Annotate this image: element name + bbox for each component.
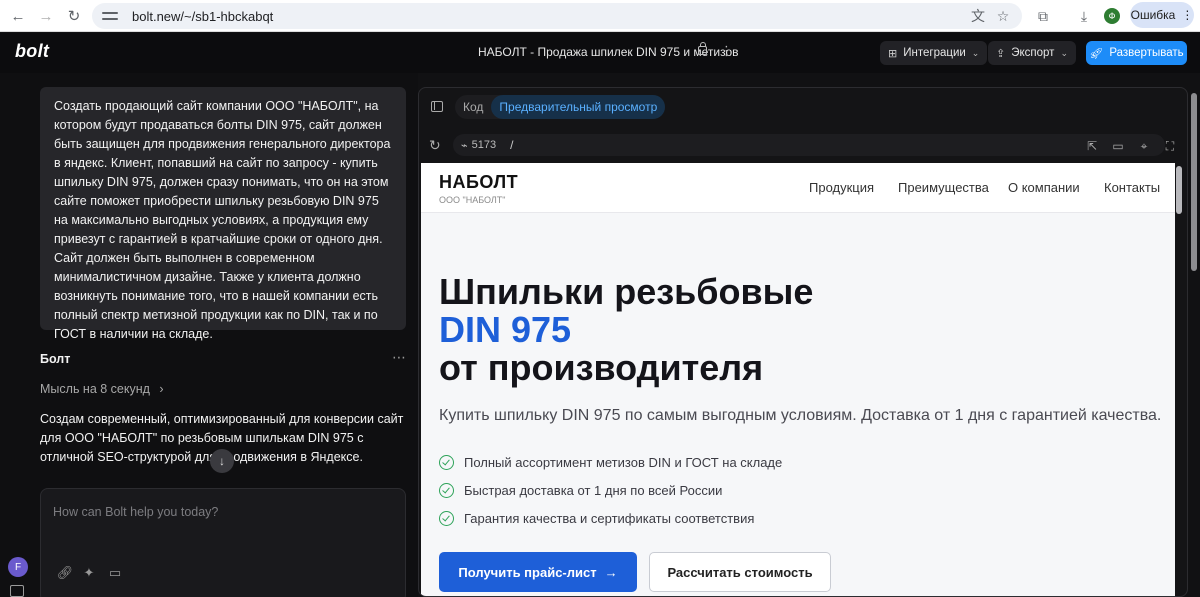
menu-kebab-icon: ⋮	[1181, 8, 1194, 22]
tab-code[interactable]: Код	[455, 95, 491, 119]
error-label: Ошибка	[1130, 8, 1176, 22]
check-circle-icon	[439, 455, 454, 470]
browser-toolbar: ← → ↻ bolt.new/~/sb1-hbckabqt 文 ☆ ⧉ ⤓ Ф …	[0, 0, 1200, 32]
feature-text: Гарантия качества и сертификаты соответс…	[464, 511, 755, 526]
chevron-down-icon: ⌄	[1060, 47, 1068, 58]
download-icon[interactable]: ⤓	[1071, 0, 1097, 32]
export-icon: ⇪	[996, 47, 1006, 60]
site-brand[interactable]: НАБОЛТ	[439, 172, 518, 193]
rocket-icon: 🚀︎	[1089, 47, 1104, 60]
bolt-logo[interactable]: bolt	[15, 41, 49, 62]
site-header: НАБОЛТ ООО "НАБОЛТ" Продукция Преимущест…	[421, 163, 1175, 213]
feature-text: Быстрая доставка от 1 дня по всей России	[464, 483, 723, 498]
enhance-sparkle-icon[interactable]: ✦	[79, 563, 99, 583]
feature-item: Гарантия качества и сертификаты соответс…	[439, 511, 754, 526]
scroll-down-icon[interactable]: ↓	[210, 449, 234, 473]
calculate-cost-button[interactable]: Рассчитать стоимость	[649, 552, 831, 592]
get-price-list-button[interactable]: Получить прайс-лист →	[439, 552, 637, 592]
device-toggle-icon[interactable]: ▭	[1109, 137, 1127, 155]
preview-panel: Код Предварительный просмотр ↻ ⌁ 5173 / …	[418, 87, 1188, 597]
attach-link-icon[interactable]: 🔗︎	[55, 563, 75, 583]
translate-icon[interactable]: 文	[965, 0, 991, 32]
nav-link-contacts[interactable]: Контакты	[1104, 180, 1160, 195]
inspect-cursor-icon[interactable]: ⌖	[1135, 137, 1153, 155]
port-number: 5173	[471, 139, 497, 151]
extensions-icon[interactable]: ⧉	[1030, 0, 1056, 32]
hero-line-3: от производителя	[439, 347, 764, 388]
page-scrollbar-thumb[interactable]	[1191, 93, 1197, 271]
address-url[interactable]: bolt.new/~/sb1-hbckabqt	[132, 9, 273, 24]
thought-label: Мысль на 8 секунд	[40, 382, 150, 396]
nav-link-products[interactable]: Продукция	[809, 180, 874, 195]
feature-item: Быстрая доставка от 1 дня по всей России	[439, 483, 722, 498]
deploy-button[interactable]: 🚀︎ Развертывать	[1086, 41, 1187, 65]
assistant-name: Болт	[40, 352, 71, 366]
lock-icon	[698, 42, 707, 55]
site-settings-icon[interactable]	[102, 10, 118, 22]
fullscreen-icon[interactable]: ⛶	[1161, 137, 1179, 155]
hero-line-2: DIN 975	[439, 309, 572, 350]
integrations-button[interactable]: ⊞ Интеграции ⌄	[880, 41, 988, 65]
chat-input[interactable]: How can Bolt help you today? 🔗︎ ✦ ▭	[40, 488, 406, 597]
page-scrollbar[interactable]	[1190, 87, 1198, 597]
hero-heading: Шпильки резьбовые DIN 975 от производите…	[439, 273, 1139, 387]
user-avatar[interactable]: F	[8, 557, 28, 577]
user-message: Создать продающий сайт компании ООО "НАБ…	[40, 87, 406, 341]
check-circle-icon	[439, 511, 454, 526]
hero-line-1: Шпильки резьбовые	[439, 271, 814, 312]
nav-link-advantages[interactable]: Преимущества	[898, 180, 989, 195]
app-header: bolt НАБОЛТ - Продажа шпилек DIN 975 и м…	[0, 33, 1200, 73]
preview-path[interactable]: /	[510, 138, 513, 152]
chevron-down-icon: ⌄	[971, 47, 980, 58]
export-button[interactable]: ⇪ Экспорт ⌄	[988, 41, 1076, 65]
back-arrow-icon[interactable]: ←	[4, 0, 32, 32]
chat-input-placeholder: How can Bolt help you today?	[53, 505, 219, 519]
chat-panel: Создать продающий сайт компании ООО "НАБ…	[0, 73, 418, 597]
profile-avatar[interactable]: Ф	[1104, 8, 1120, 24]
view-tabs-bar: Код Предварительный просмотр	[419, 88, 1187, 126]
view-tabs: Код Предварительный просмотр	[455, 95, 666, 119]
hero-lead: Купить шпильку DIN 975 по самым выгодным…	[439, 407, 1162, 424]
get-price-list-label: Получить прайс-лист	[458, 564, 597, 580]
address-bar[interactable]: bolt.new/~/sb1-hbckabqt	[92, 3, 1022, 29]
site-preview: НАБОЛТ ООО "НАБОЛТ" Продукция Преимущест…	[421, 163, 1175, 596]
preview-address[interactable]: ⌁ 5173 /	[453, 134, 1165, 156]
preview-url-bar: ↻ ⌁ 5173 /	[419, 130, 1187, 160]
feature-text: Полный ассортимент метизов DIN и ГОСТ на…	[464, 455, 783, 470]
reload-icon[interactable]: ↻	[60, 0, 88, 32]
check-circle-icon	[439, 483, 454, 498]
sidebar-toggle-icon[interactable]	[10, 585, 24, 597]
project-menu-icon[interactable]: ⋮	[720, 43, 733, 59]
forward-arrow-icon[interactable]: →	[32, 0, 60, 32]
discuss-chat-icon[interactable]: ▭	[105, 563, 125, 583]
port-selector[interactable]: ⌁ 5173	[461, 139, 496, 152]
integrations-label: Интеграции	[903, 47, 966, 59]
tab-preview[interactable]: Предварительный просмотр	[491, 95, 666, 119]
error-button[interactable]: Ошибка ⋮	[1130, 2, 1194, 28]
bookmark-star-icon[interactable]: ☆	[990, 0, 1016, 32]
integrations-icon: ⊞	[888, 47, 898, 60]
message-options-icon[interactable]: ⋯	[392, 349, 406, 366]
arrow-right-icon: →	[604, 564, 618, 580]
export-label: Экспорт	[1011, 47, 1055, 59]
site-brand-subtitle: ООО "НАБОЛТ"	[439, 195, 506, 205]
nav-link-about[interactable]: О компании	[1008, 180, 1080, 195]
panel-toggle-icon[interactable]	[431, 101, 443, 112]
refresh-icon[interactable]: ↻	[429, 137, 441, 154]
thought-toggle[interactable]: Мысль на 8 секунд ›	[40, 382, 164, 396]
deploy-label: Развертывать	[1109, 47, 1184, 59]
preview-scrollbar[interactable]	[1176, 166, 1182, 214]
open-external-icon[interactable]: ⇱	[1083, 137, 1101, 155]
chevron-right-icon: ›	[159, 382, 164, 396]
feature-item: Полный ассортимент метизов DIN и ГОСТ на…	[439, 455, 782, 470]
plug-icon: ⌁	[461, 139, 468, 152]
